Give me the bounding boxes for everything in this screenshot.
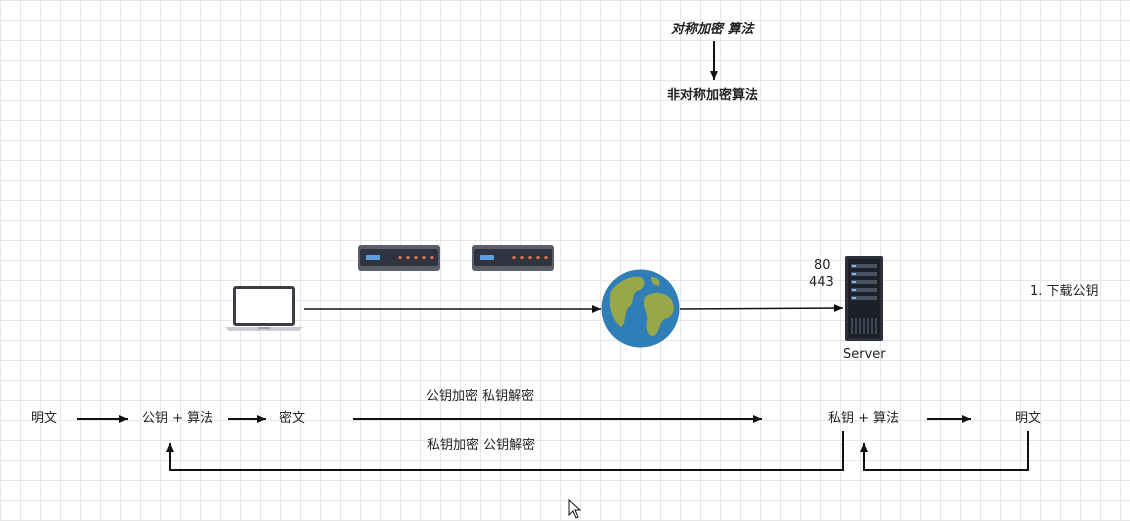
asymmetric-title: 非对称加密算法 [667,88,759,103]
server-port-80: 80 [814,258,831,273]
connectors [77,41,1029,471]
globe-to-server-arrow [679,304,844,313]
server-label: Server [843,347,886,362]
step-note: 1. 下载公钥 [1030,284,1099,299]
mouse-cursor-icon [568,499,582,519]
plaintext-left: 明文 [31,411,58,426]
public-key-algorithm: 公钥 + 算法 [142,411,214,426]
right-loop-arrow [860,431,1029,471]
globe-icon [601,269,680,348]
private-key-algorithm: 私钥 + 算法 [828,411,900,426]
symmetric-title: 对称加密 算法 [671,22,754,37]
server-port-443: 443 [809,275,834,290]
note-public-encrypt: 公钥加密 私钥解密 [426,389,535,404]
ciphertext: 密文 [279,411,306,426]
server-icon [845,256,883,341]
note-private-encrypt: 私钥加密 公钥解密 [427,438,536,453]
router-icon [358,245,440,271]
laptop-icon [225,286,303,331]
plaintext-right: 明文 [1015,411,1042,426]
router-icon [472,245,554,271]
